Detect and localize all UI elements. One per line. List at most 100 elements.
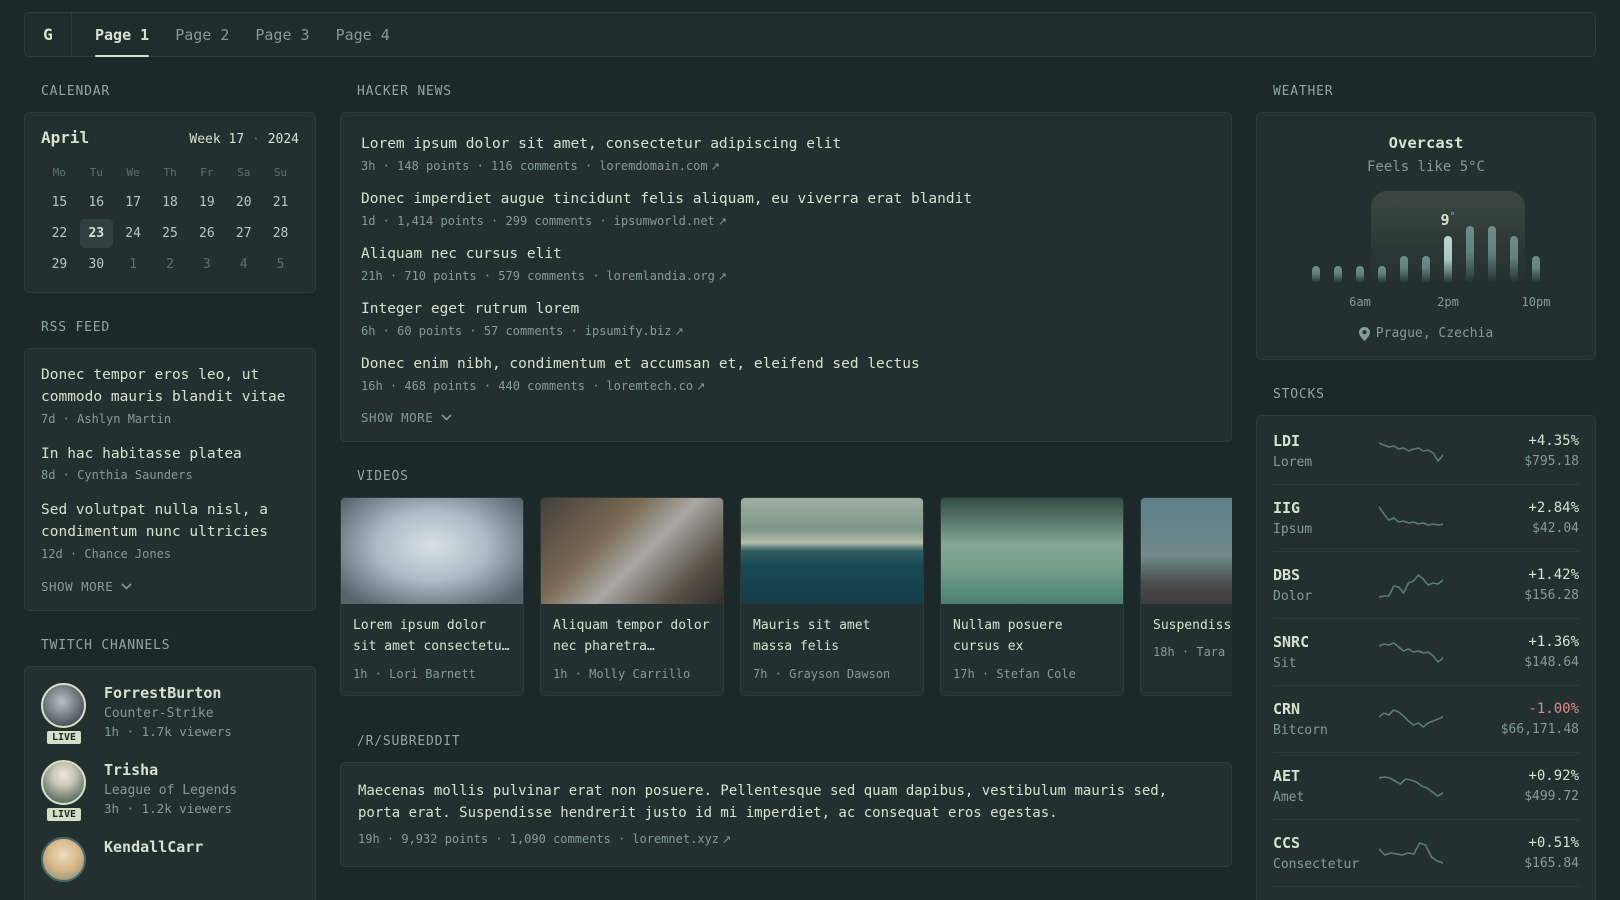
rss-item-meta: 8d · Cynthia Saunders xyxy=(41,468,193,483)
stock-symbol[interactable]: CCS xyxy=(1273,834,1379,852)
weather-feels-like: Feels like 5°C xyxy=(1366,159,1485,175)
page-tab[interactable]: Page 1 xyxy=(82,13,162,57)
hackernews-item: Lorem ipsum dolor sit amet, consectetur … xyxy=(361,121,1211,176)
calendar-day: 2 xyxy=(166,257,174,272)
calendar-weekday: Mo xyxy=(52,166,67,179)
rss-item-title[interactable]: Sed volutpat nulla nisl, a condimentum n… xyxy=(41,500,299,544)
twitch-channel-name[interactable]: ForrestBurton xyxy=(104,684,232,702)
stock-row[interactable]: SNRC Sit +1.36% $148.64 xyxy=(1273,618,1579,685)
hackernews-item-domain-link[interactable]: ipsumify.biz ↗ xyxy=(585,324,684,338)
page-tab[interactable]: Page 3 xyxy=(242,13,322,56)
stock-row[interactable]: AET Amet +0.92% $499.72 xyxy=(1273,752,1579,819)
chevron-down-icon xyxy=(121,583,132,590)
page-tab[interactable]: Page 2 xyxy=(162,13,242,56)
hackernews-item-meta: 21h · 710 points · 579 comments · loreml… xyxy=(361,269,728,283)
weather-bar xyxy=(1510,236,1518,283)
weather-header: WEATHER xyxy=(1273,84,1334,99)
weather-section: WEATHER Overcast Feels like 5°C 9° 6am 2… xyxy=(1256,84,1596,360)
video-card[interactable]: Mauris sit amet massa felis 7h · Grayson… xyxy=(740,497,924,696)
stock-name: Consectetur xyxy=(1273,857,1360,872)
page-tab[interactable]: Page 4 xyxy=(323,13,403,56)
hackernews-item-title[interactable]: Aliquam nec cursus elit xyxy=(361,246,1211,262)
stock-name: Dolor xyxy=(1273,589,1313,604)
stock-symbol[interactable]: AET xyxy=(1273,767,1379,785)
hackernews-item: Donec enim nibh, condimentum et accumsan… xyxy=(361,341,1211,396)
rss-item: Donec tempor eros leo, ut commodo mauris… xyxy=(41,365,299,426)
hackernews-card: Lorem ipsum dolor sit amet, consectetur … xyxy=(340,112,1232,442)
stocks-card: LDI Lorem +4.35% $795.18 IIG Ipsum +2.84… xyxy=(1256,415,1596,900)
subreddit-post-domain-link[interactable]: loremnet.xyz ↗ xyxy=(632,832,731,846)
subreddit-post-meta: 19h · 9,932 points · 1,090 comments · lo… xyxy=(358,832,732,847)
stock-symbol[interactable]: DBS xyxy=(1273,566,1379,584)
calendar-day: 25 xyxy=(162,226,178,241)
hackernews-item-title[interactable]: Lorem ipsum dolor sit amet, consectetur … xyxy=(361,136,1211,152)
twitch-channel-name[interactable]: Trisha xyxy=(104,761,237,779)
weather-bar xyxy=(1444,236,1452,283)
stock-symbol[interactable]: SNRC xyxy=(1273,633,1379,651)
hackernews-show-more-button[interactable]: SHOW MORE xyxy=(361,410,1211,425)
weather-chart xyxy=(1305,223,1547,283)
twitch-channel-row[interactable]: LIVE ForrestBurton Counter-Strike 1h · 1… xyxy=(41,682,299,746)
stock-row[interactable]: DBS Dolor +1.42% $156.28 xyxy=(1273,551,1579,618)
twitch-channel-name[interactable]: KendallCarr xyxy=(104,838,203,856)
twitch-section: TWITCH CHANNELS LIVE ForrestBurton Count… xyxy=(24,638,316,900)
hackernews-item-title[interactable]: Integer eget rutrum lorem xyxy=(361,301,1211,317)
calendar-day: 15 xyxy=(51,195,68,210)
stock-name: Amet xyxy=(1273,790,1305,805)
live-badge: LIVE xyxy=(44,805,84,823)
video-card[interactable]: Aliquam tempor dolor nec pharetra… 1h · … xyxy=(540,497,724,696)
rss-show-more-button[interactable]: SHOW MORE xyxy=(41,579,299,594)
hackernews-item-meta: 6h · 60 points · 57 comments · ipsumify.… xyxy=(361,324,684,338)
hackernews-item-domain-link[interactable]: loremdomain.com ↗ xyxy=(599,159,720,173)
hackernews-item-title[interactable]: Donec enim nibh, condimentum et accumsan… xyxy=(361,356,1211,372)
calendar-weekday: Th xyxy=(163,166,177,179)
video-card[interactable]: Nullam posuere cursus ex 17h · Stefan Co… xyxy=(940,497,1124,696)
video-title: Suspendisse diam xyxy=(1153,618,1232,633)
calendar-day: 27 xyxy=(235,226,252,241)
weather-bar-slot xyxy=(1305,223,1327,283)
stock-symbol[interactable]: CRN xyxy=(1273,700,1379,718)
rss-item-title[interactable]: In hac habitasse platea xyxy=(41,444,299,466)
stock-row[interactable]: AHS +0.46% xyxy=(1273,886,1579,900)
subreddit-post-title[interactable]: Maecenas mollis pulvinar erat non posuer… xyxy=(358,781,1214,824)
weather-time-label: 6am xyxy=(1349,295,1371,309)
calendar-day: 5 xyxy=(276,257,285,272)
stock-row[interactable]: IIG Ipsum +2.84% $42.04 xyxy=(1273,484,1579,551)
hackernews-item-domain-link[interactable]: ipsumworld.net ↗ xyxy=(614,214,727,228)
twitch-channel-row[interactable]: KendallCarr xyxy=(41,836,299,882)
hackernews-item: Aliquam nec cursus elit 21h · 710 points… xyxy=(361,231,1211,286)
video-card[interactable]: Suspendisse diam 18h · Tara xyxy=(1140,497,1232,696)
stock-price: $795.18 xyxy=(1524,454,1579,469)
stock-price: $148.64 xyxy=(1524,655,1579,670)
left-column: CALENDAR April Week 17 · 2024 Mo Tu We Th Fr… xyxy=(24,84,316,900)
video-meta: 7h · Grayson Dawson xyxy=(753,666,891,681)
external-link-icon: ↗ xyxy=(722,833,732,847)
twitch-channel-row[interactable]: LIVE Trisha League of Legends 3h · 1.2k … xyxy=(41,759,299,823)
calendar-day: 26 xyxy=(199,226,215,241)
external-link-icon: ↗ xyxy=(674,325,684,338)
dashboard-page: G Page 1 Page 2 Page 3 Page 4 CALENDAR A… xyxy=(24,0,1596,900)
stock-sparkline xyxy=(1379,506,1443,526)
calendar-header: CALENDAR xyxy=(41,84,111,99)
stock-symbol[interactable]: LDI xyxy=(1273,432,1379,450)
video-card[interactable]: Lorem ipsum dolor sit amet consectetu… 1… xyxy=(340,497,524,696)
twitch-channel-meta: 1h · 1.7k viewers xyxy=(104,723,232,739)
calendar-card: April Week 17 · 2024 Mo Tu We Th Fr Sa Su 15 16… xyxy=(24,112,316,293)
hackernews-item-title[interactable]: Donec imperdiet augue tincidunt felis al… xyxy=(361,191,1211,207)
stock-row[interactable]: LDI Lorem +4.35% $795.18 xyxy=(1273,418,1579,484)
hackernews-item-meta: 3h · 148 points · 116 comments · loremdo… xyxy=(361,159,720,173)
hackernews-item-domain-link[interactable]: loremtech.co ↗ xyxy=(606,379,705,393)
stocks-section: STOCKS LDI Lorem +4.35% $795.18 IIG Ipsu… xyxy=(1256,387,1596,900)
app-logo[interactable]: G xyxy=(25,13,72,56)
stock-name: Bitcorn xyxy=(1273,723,1328,738)
weather-time-label: 2pm xyxy=(1437,295,1459,309)
calendar-day: 17 xyxy=(125,195,141,210)
weather-bar-slot xyxy=(1393,223,1415,283)
stock-row[interactable]: CRN Bitcorn -1.00% $66,171.48 xyxy=(1273,685,1579,752)
rss-item-title[interactable]: Donec tempor eros leo, ut commodo mauris… xyxy=(41,365,299,409)
stock-symbol[interactable]: IIG xyxy=(1273,499,1379,517)
hackernews-item-domain-link[interactable]: loremlandia.org ↗ xyxy=(606,269,727,283)
stock-row[interactable]: CCS Consectetur +0.51% $165.84 xyxy=(1273,819,1579,886)
stock-name: Lorem xyxy=(1273,455,1313,470)
stock-sparkline xyxy=(1379,776,1443,797)
